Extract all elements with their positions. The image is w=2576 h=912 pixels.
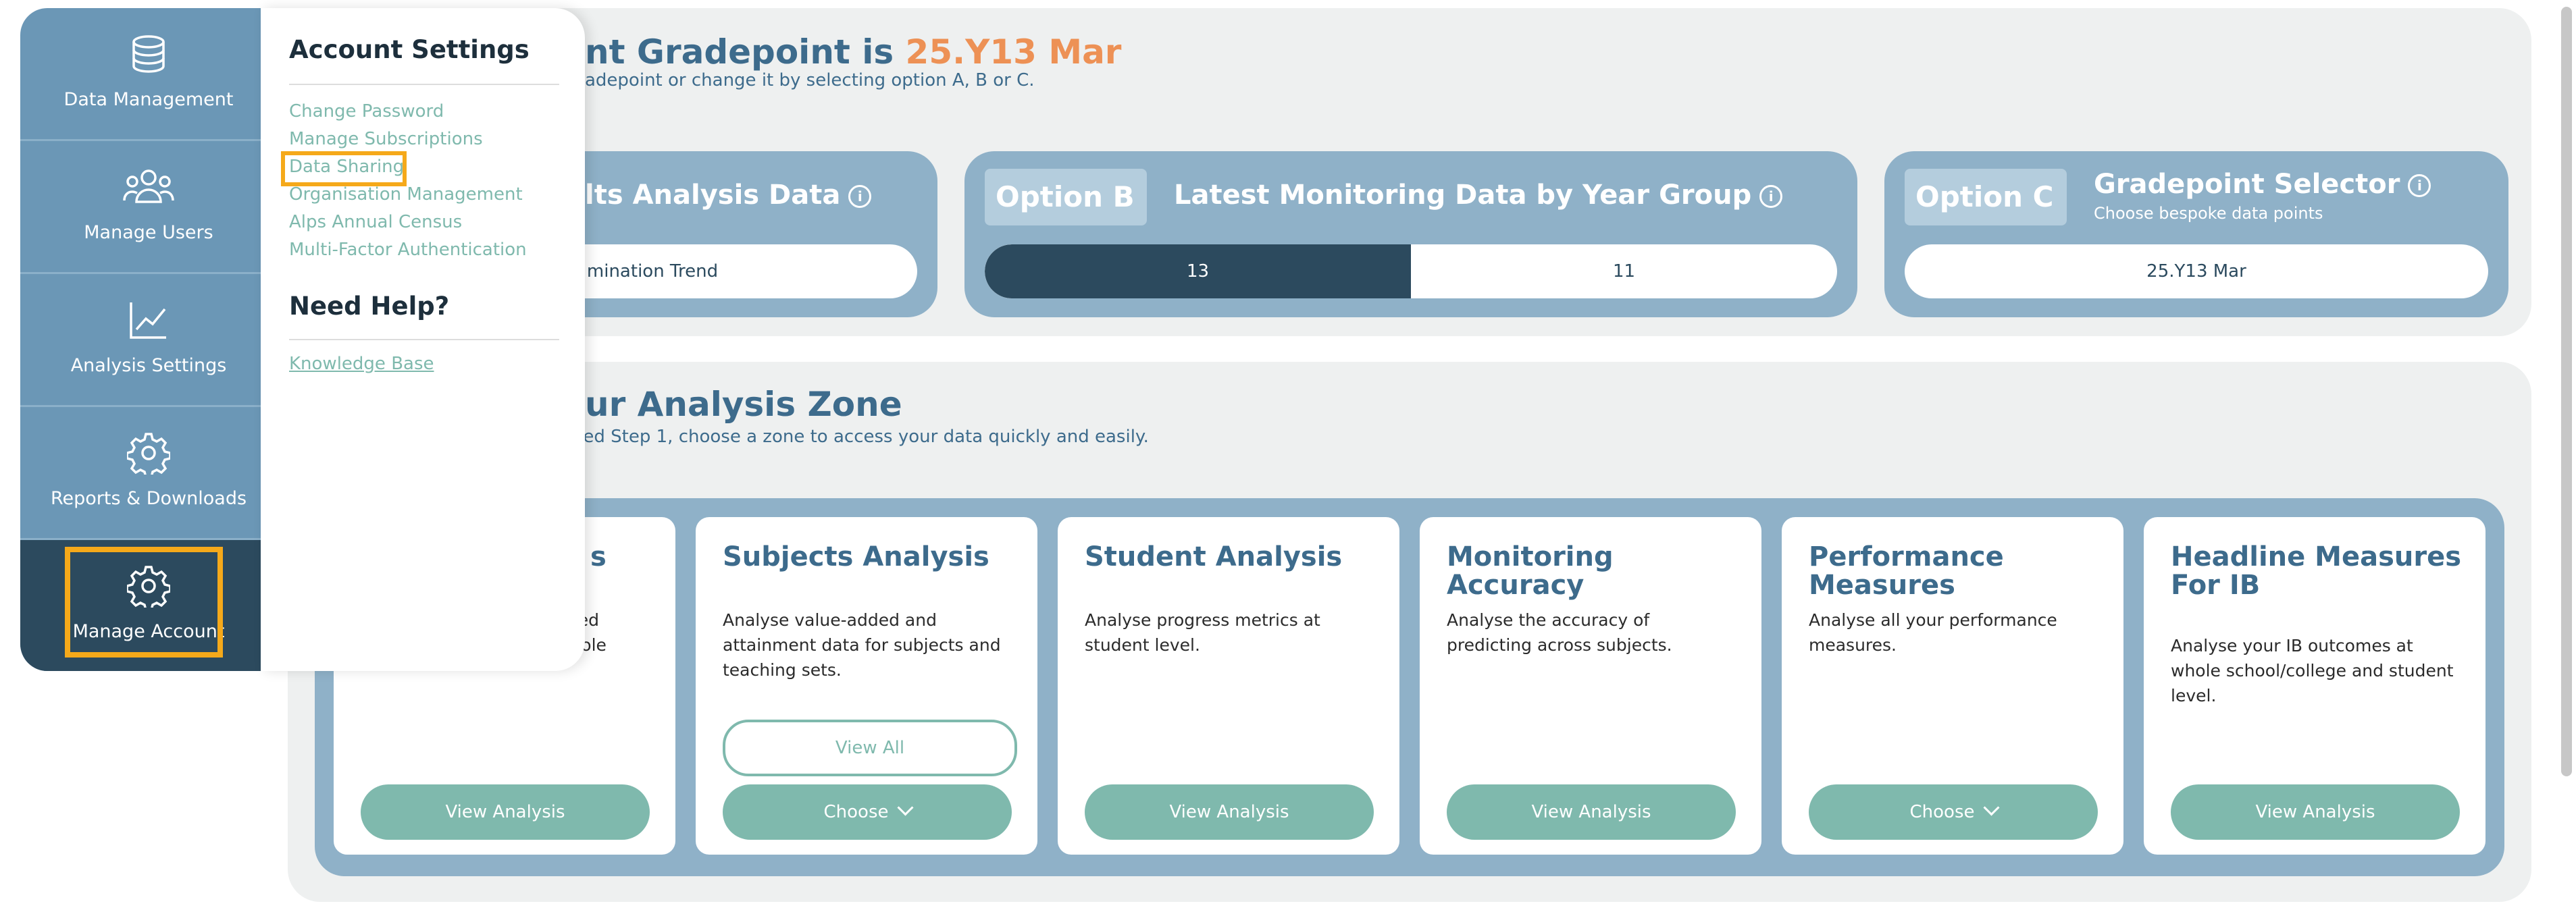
gradepoint-title: nt Gradepoint is 25.Y13 Mar	[585, 32, 1122, 72]
chevron-down-icon	[1982, 799, 2000, 816]
alps-annual-census-link[interactable]: Alps Annual Census	[289, 212, 462, 232]
view-analysis-button[interactable]: View Analysis	[2171, 784, 2460, 840]
manage-subscriptions-link[interactable]: Manage Subscriptions	[289, 129, 483, 149]
info-icon[interactable]: i	[848, 185, 872, 208]
data-sharing-highlight	[281, 151, 407, 186]
zone-card-title: Performance Measures	[1809, 541, 2004, 601]
option-c-title: Gradepoint Selector i	[2094, 169, 2431, 200]
account-settings-flyout: Account Settings Change Password Manage …	[261, 8, 585, 671]
option-c-card: Option C Gradepoint Selector i Choose bes…	[1884, 151, 2508, 317]
sidebar-item-label: Manage Users	[84, 222, 213, 243]
year-group-selector: 13 11	[985, 244, 1837, 298]
sidebar-item-label: Analysis Settings	[70, 355, 227, 376]
gradepoint-subtitle: adepoint or change it by selecting optio…	[585, 70, 1035, 90]
option-c-subtitle: Choose bespoke data points	[2094, 204, 2323, 223]
chevron-down-icon	[896, 799, 914, 816]
zone-title: ur Analysis Zone	[585, 385, 902, 424]
knowledge-base-link[interactable]: Knowledge Base	[289, 354, 434, 374]
zone-card-title: Monitoring Accuracy	[1447, 541, 1614, 601]
scrollbar[interactable]	[2557, 0, 2576, 912]
zone-card-title: Headline Measures For IB	[2171, 541, 2462, 601]
zone-subtitle: leted Step 1, choose a zone to access yo…	[561, 427, 1149, 447]
scrollbar-thumb[interactable]	[2561, 7, 2572, 776]
users-icon	[123, 169, 174, 203]
view-all-button[interactable]: View All	[723, 720, 1017, 776]
zone-card-title: Student Analysis	[1085, 541, 1343, 572]
zone-card-title: Subjects Analysis	[723, 541, 989, 572]
change-password-link[interactable]: Change Password	[289, 101, 444, 122]
divider	[289, 84, 559, 85]
view-analysis-button[interactable]: View Analysis	[1085, 784, 1374, 840]
gradepoint-panel: nt Gradepoint is 25.Y13 Mar adepoint or …	[288, 8, 2531, 336]
manage-account-highlight	[65, 547, 223, 658]
option-a-title: lts Analysis Data i	[585, 180, 872, 211]
option-b-badge[interactable]: Option B	[985, 169, 1147, 225]
choose-button[interactable]: Choose	[723, 784, 1012, 840]
multi-factor-authentication-link[interactable]: Multi-Factor Authentication	[289, 240, 527, 260]
zone-card-subjects: Subjects Analysis Analyse value-added an…	[696, 517, 1037, 855]
sidebar-item-data-management[interactable]: Data Management	[20, 8, 277, 141]
zone-card-desc: Analyse your IB outcomes at whole school…	[2171, 636, 2454, 705]
zone-cards: s dded whole View Analysis Subjects Anal…	[315, 498, 2504, 876]
account-settings-heading: Account Settings	[289, 35, 530, 64]
view-analysis-button[interactable]: View Analysis	[1447, 784, 1736, 840]
gear-icon	[127, 433, 170, 475]
sidebar-item-label: Data Management	[63, 89, 234, 110]
sidebar-item-label: Reports & Downloads	[50, 488, 247, 509]
zone-card-title: s	[590, 541, 607, 572]
zone-card-desc: Analyse progress metrics at student leve…	[1085, 610, 1320, 655]
choose-button[interactable]: Choose	[1809, 784, 2098, 840]
option-c-badge[interactable]: Option C	[1905, 169, 2067, 225]
gradepoint-value: 25.Y13 Mar	[905, 32, 1122, 72]
zone-card-desc: Analyse the accuracy of predicting acros…	[1447, 610, 1672, 655]
zone-card-performance: Performance Measures Analyse all your pe…	[1782, 517, 2123, 855]
option-b-card: Option B Latest Monitoring Data by Year …	[964, 151, 1857, 317]
view-analysis-button[interactable]: View Analysis	[361, 784, 650, 840]
year-group-11[interactable]: 11	[1411, 244, 1837, 298]
sidebar-item-reports-downloads[interactable]: Reports & Downloads	[20, 407, 277, 540]
chart-line-icon	[130, 302, 166, 339]
info-icon[interactable]: i	[1759, 185, 1783, 208]
sidebar-item-analysis-settings[interactable]: Analysis Settings	[20, 274, 277, 407]
zone-card-desc: Analyse all your performance measures.	[1809, 610, 2057, 655]
zone-card-desc: Analyse value-added and attainment data …	[723, 610, 1001, 680]
zone-card-student: Student Analysis Analyse progress metric…	[1058, 517, 1399, 855]
sidebar-item-manage-users[interactable]: Manage Users	[20, 141, 277, 274]
need-help-heading: Need Help?	[289, 292, 450, 321]
analysis-zone-panel: ur Analysis Zone leted Step 1, choose a …	[288, 362, 2531, 902]
database-icon	[132, 35, 165, 73]
zone-card-monitoring: Monitoring Accuracy Analyse the accuracy…	[1420, 517, 1761, 855]
info-icon[interactable]: i	[2408, 174, 2431, 197]
gradepoint-selector[interactable]: 25.Y13 Mar	[1905, 244, 2488, 298]
zone-card-ib: Headline Measures For IB Analyse your IB…	[2144, 517, 2485, 855]
year-group-13[interactable]: 13	[985, 244, 1411, 298]
organisation-management-link[interactable]: Organisation Management	[289, 184, 523, 205]
divider	[289, 339, 559, 340]
option-b-title: Latest Monitoring Data by Year Group i	[1174, 180, 1783, 211]
